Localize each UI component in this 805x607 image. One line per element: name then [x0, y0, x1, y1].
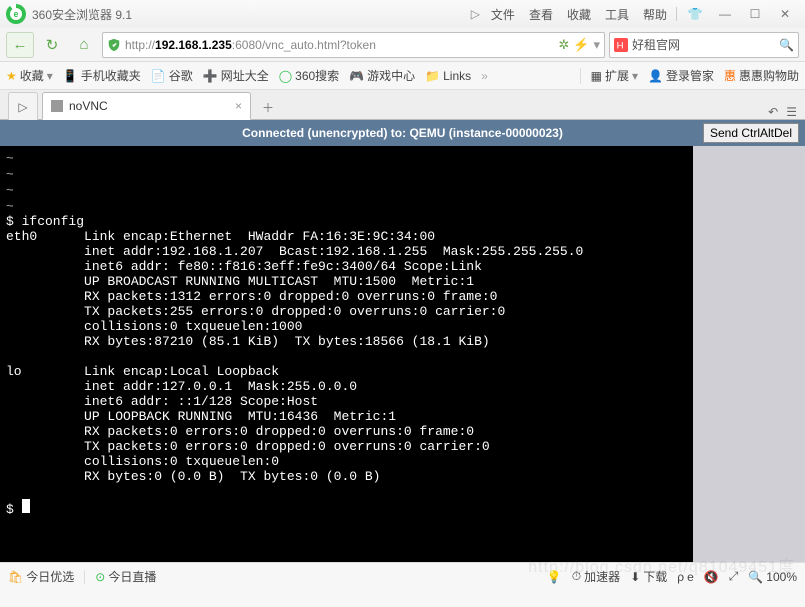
status-zoom[interactable]: 🔍100% [748, 570, 797, 584]
menu-favorites[interactable]: 收藏 [567, 6, 591, 23]
bookmark-overflow-icon[interactable]: » [481, 69, 488, 83]
tab-bar: ▷ noVNC × ＋ ↶ ☰ [0, 90, 805, 120]
menu-file[interactable]: 文件 [491, 6, 515, 23]
maximize-button[interactable]: ☐ [741, 4, 769, 24]
search-field[interactable]: H 好租官网 🔍 [609, 32, 799, 58]
status-download[interactable]: ⬇下载 [630, 568, 667, 585]
favorites-button[interactable]: ★收藏▾ [6, 67, 53, 84]
lightning-icon[interactable]: ⚡ [573, 37, 589, 53]
vnc-status-bar: Connected (unencrypted) to: QEMU (instan… [0, 120, 805, 146]
status-accelerator[interactable]: ⏱加速器 [572, 568, 620, 585]
extensions-button[interactable]: ▦扩展▾ [591, 67, 638, 84]
terminal[interactable]: ~ ~ ~ ~ $ ifconfig eth0 Link encap:Ether… [0, 146, 693, 562]
bookmark-games[interactable]: 🎮游戏中心 [349, 67, 415, 84]
tab-list-button[interactable]: ▷ [8, 92, 38, 120]
menu-help[interactable]: 帮助 [643, 6, 667, 23]
status-today-picks[interactable]: 🛍今日优选 [8, 568, 74, 585]
bookmark-360search[interactable]: ◯360搜索 [279, 67, 339, 84]
back-button[interactable]: ← [6, 32, 34, 58]
tab-favicon [51, 100, 63, 112]
search-icon[interactable]: 🔍 [779, 38, 794, 52]
tab-label: noVNC [69, 99, 229, 113]
window-titlebar: 360安全浏览器 9.1 ▷ 文件 查看 收藏 工具 帮助 👕 — ☐ ✕ [0, 0, 805, 28]
browser-status-bar: 🛍今日优选 ⊙今日直播 💡 ⏱加速器 ⬇下载 ρe 🔇 ⤢ 🔍100% [0, 562, 805, 590]
status-mute-icon[interactable]: 🔇 [704, 570, 719, 584]
menu-arrow-icon[interactable]: ▷ [471, 7, 480, 21]
svg-text:H: H [617, 40, 624, 51]
url-field[interactable]: http://192.168.1.235:6080/vnc_auto.html?… [102, 32, 605, 58]
undo-close-tab-icon[interactable]: ↶ [768, 105, 778, 119]
menu-view[interactable]: 查看 [529, 6, 553, 23]
browser-title: 360安全浏览器 9.1 [32, 6, 132, 23]
vnc-viewport[interactable]: ~ ~ ~ ~ $ ifconfig eth0 Link encap:Ether… [0, 146, 805, 562]
status-today-live[interactable]: ⊙今日直播 [95, 568, 156, 585]
url-text: http://192.168.1.235:6080/vnc_auto.html?… [125, 38, 554, 52]
browser-logo-icon [6, 4, 26, 24]
tab-close-icon[interactable]: × [235, 99, 242, 113]
address-bar: ← ↻ ⌂ http://192.168.1.235:6080/vnc_auto… [0, 28, 805, 62]
search-text: 好租官网 [632, 36, 775, 53]
tab-novnc[interactable]: noVNC × [42, 92, 251, 120]
home-button[interactable]: ⌂ [70, 32, 98, 58]
vnc-status-text: Connected (unencrypted) to: QEMU (instan… [242, 126, 563, 140]
bookmark-google[interactable]: 📄谷歌 [151, 67, 193, 84]
status-tip-icon[interactable]: 💡 [547, 570, 562, 584]
close-button[interactable]: ✕ [771, 4, 799, 24]
menu-tools[interactable]: 工具 [605, 6, 629, 23]
new-tab-button[interactable]: ＋ [255, 95, 281, 119]
send-ctrlaltdel-button[interactable]: Send CtrlAltDel [703, 123, 799, 143]
compat-icon[interactable]: ✲ [558, 37, 569, 53]
reload-button[interactable]: ↻ [38, 32, 66, 58]
minimize-button[interactable]: — [711, 4, 739, 24]
dropdown-icon[interactable]: ▾ [593, 37, 600, 53]
bookmark-links[interactable]: 📁Links [425, 69, 471, 83]
shield-icon [107, 38, 121, 52]
tab-menu-icon[interactable]: ☰ [786, 105, 797, 119]
bookmark-bar: ★收藏▾ 📱手机收藏夹 📄谷歌 ➕网址大全 ◯360搜索 🎮游戏中心 📁Link… [0, 62, 805, 90]
search-engine-icon: H [614, 38, 628, 52]
huihui-shop[interactable]: 惠惠惠购物助 [724, 67, 799, 84]
status-e[interactable]: ρe [677, 570, 694, 584]
bookmark-mobile[interactable]: 📱手机收藏夹 [63, 67, 141, 84]
login-manager[interactable]: 👤登录管家 [648, 67, 714, 84]
status-full-icon[interactable]: ⤢ [729, 569, 739, 584]
skin-button[interactable]: 👕 [681, 4, 709, 24]
bookmark-sites[interactable]: ➕网址大全 [203, 67, 269, 84]
